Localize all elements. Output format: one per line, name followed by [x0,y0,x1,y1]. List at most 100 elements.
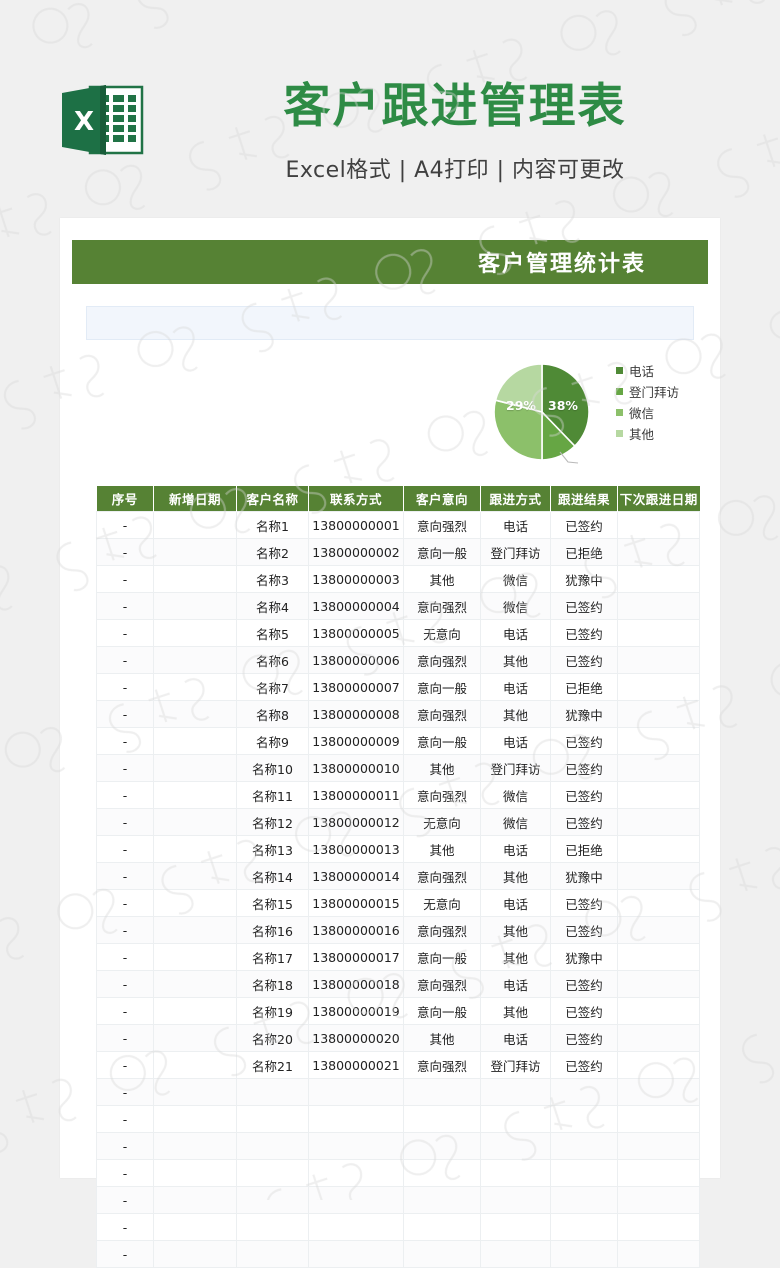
table-cell-r24-c1[interactable] [153,1159,237,1187]
table-cell-r23-c1[interactable] [153,1132,237,1160]
table-cell-r4-c1[interactable] [153,619,237,647]
table-cell-r19-c1[interactable] [153,1024,237,1052]
table-cell-r22-c1[interactable] [153,1105,237,1133]
table-cell-r22-c7[interactable] [617,1105,700,1133]
table-cell-r15-c6[interactable]: 已签约 [550,916,618,944]
table-cell-r9-c2[interactable]: 名称10 [236,754,309,782]
table-cell-r21-c6[interactable] [550,1078,618,1106]
table-cell-r22-c6[interactable] [550,1105,618,1133]
table-cell-r21-c2[interactable] [236,1078,309,1106]
table-cell-r14-c5[interactable]: 电话 [480,889,551,917]
table-cell-r18-c7[interactable] [617,997,700,1025]
table-cell-r20-c0[interactable]: - [96,1051,154,1079]
table-cell-r12-c0[interactable]: - [96,835,154,863]
table-cell-r8-c3[interactable]: 13800000009 [308,727,404,755]
table-cell-r23-c7[interactable] [617,1132,700,1160]
table-cell-r20-c1[interactable] [153,1051,237,1079]
table-cell-r2-c3[interactable]: 13800000003 [308,565,404,593]
table-cell-r26-c6[interactable] [550,1213,618,1241]
table-cell-r20-c4[interactable]: 意向强烈 [403,1051,481,1079]
table-cell-r4-c3[interactable]: 13800000005 [308,619,404,647]
table-cell-r27-c2[interactable] [236,1240,309,1268]
table-cell-r24-c7[interactable] [617,1159,700,1187]
table-cell-r2-c0[interactable]: - [96,565,154,593]
table-cell-r12-c3[interactable]: 13800000013 [308,835,404,863]
table-row[interactable]: - 名称13 13800000013 其他 电话 已拒绝 [96,835,700,863]
table-cell-r18-c4[interactable]: 意向一般 [403,997,481,1025]
table-cell-r15-c4[interactable]: 意向强烈 [403,916,481,944]
table-cell-r1-c4[interactable]: 意向一般 [403,538,481,566]
table-row[interactable]: - [96,1213,700,1241]
table-row[interactable]: - 名称5 13800000005 无意向 电话 已签约 [96,619,700,647]
table-cell-r17-c3[interactable]: 13800000018 [308,970,404,998]
table-cell-r8-c7[interactable] [617,727,700,755]
table-cell-r6-c4[interactable]: 意向一般 [403,673,481,701]
table-cell-r8-c4[interactable]: 意向一般 [403,727,481,755]
table-cell-r16-c6[interactable]: 犹豫中 [550,943,618,971]
table-cell-r19-c5[interactable]: 电话 [480,1024,551,1052]
table-cell-r13-c1[interactable] [153,862,237,890]
table-cell-r15-c0[interactable]: - [96,916,154,944]
table-cell-r0-c0[interactable]: - [96,511,154,539]
table-cell-r21-c0[interactable]: - [96,1078,154,1106]
table-cell-r8-c6[interactable]: 已签约 [550,727,618,755]
table-cell-r23-c2[interactable] [236,1132,309,1160]
table-row[interactable]: - 名称6 13800000006 意向强烈 其他 已签约 [96,646,700,674]
table-cell-r20-c7[interactable] [617,1051,700,1079]
table-cell-r18-c2[interactable]: 名称19 [236,997,309,1025]
table-cell-r3-c5[interactable]: 微信 [480,592,551,620]
table-cell-r6-c5[interactable]: 电话 [480,673,551,701]
table-cell-r24-c5[interactable] [480,1159,551,1187]
table-cell-r23-c3[interactable] [308,1132,404,1160]
table-cell-r4-c0[interactable]: - [96,619,154,647]
table-cell-r19-c3[interactable]: 13800000020 [308,1024,404,1052]
table-cell-r14-c6[interactable]: 已签约 [550,889,618,917]
table-cell-r24-c0[interactable]: - [96,1159,154,1187]
table-cell-r16-c7[interactable] [617,943,700,971]
table-cell-r11-c2[interactable]: 名称12 [236,808,309,836]
table-cell-r17-c7[interactable] [617,970,700,998]
table-cell-r3-c6[interactable]: 已签约 [550,592,618,620]
table-cell-r17-c0[interactable]: - [96,970,154,998]
table-cell-r25-c0[interactable]: - [96,1186,154,1214]
table-cell-r13-c5[interactable]: 其他 [480,862,551,890]
table-cell-r22-c2[interactable] [236,1105,309,1133]
table-cell-r16-c5[interactable]: 其他 [480,943,551,971]
table-cell-r13-c6[interactable]: 犹豫中 [550,862,618,890]
table-cell-r22-c4[interactable] [403,1105,481,1133]
table-cell-r6-c3[interactable]: 13800000007 [308,673,404,701]
table-cell-r8-c2[interactable]: 名称9 [236,727,309,755]
table-cell-r1-c3[interactable]: 13800000002 [308,538,404,566]
table-cell-r22-c5[interactable] [480,1105,551,1133]
table-row[interactable]: - 名称10 13800000010 其他 登门拜访 已签约 [96,754,700,782]
table-cell-r6-c6[interactable]: 已拒绝 [550,673,618,701]
table-row[interactable]: - 名称21 13800000021 意向强烈 登门拜访 已签约 [96,1051,700,1079]
table-row[interactable]: - [96,1078,700,1106]
table-cell-r5-c2[interactable]: 名称6 [236,646,309,674]
table-cell-r14-c3[interactable]: 13800000015 [308,889,404,917]
table-cell-r19-c7[interactable] [617,1024,700,1052]
table-row[interactable]: - 名称11 13800000011 意向强烈 微信 已签约 [96,781,700,809]
table-cell-r15-c1[interactable] [153,916,237,944]
table-cell-r14-c4[interactable]: 无意向 [403,889,481,917]
table-cell-r4-c4[interactable]: 无意向 [403,619,481,647]
table-cell-r5-c3[interactable]: 13800000006 [308,646,404,674]
table-cell-r1-c6[interactable]: 已拒绝 [550,538,618,566]
table-cell-r19-c4[interactable]: 其他 [403,1024,481,1052]
table-row[interactable]: - 名称16 13800000016 意向强烈 其他 已签约 [96,916,700,944]
table-row[interactable]: - [96,1159,700,1187]
table-cell-r18-c1[interactable] [153,997,237,1025]
table-cell-r21-c7[interactable] [617,1078,700,1106]
table-cell-r20-c3[interactable]: 13800000021 [308,1051,404,1079]
table-cell-r5-c1[interactable] [153,646,237,674]
table-cell-r4-c6[interactable]: 已签约 [550,619,618,647]
table-cell-r0-c1[interactable] [153,511,237,539]
table-cell-r9-c1[interactable] [153,754,237,782]
table-cell-r5-c4[interactable]: 意向强烈 [403,646,481,674]
table-cell-r26-c3[interactable] [308,1213,404,1241]
table-cell-r26-c7[interactable] [617,1213,700,1241]
table-row[interactable]: - 名称9 13800000009 意向一般 电话 已签约 [96,727,700,755]
table-cell-r25-c5[interactable] [480,1186,551,1214]
table-cell-r17-c2[interactable]: 名称18 [236,970,309,998]
table-cell-r12-c2[interactable]: 名称13 [236,835,309,863]
